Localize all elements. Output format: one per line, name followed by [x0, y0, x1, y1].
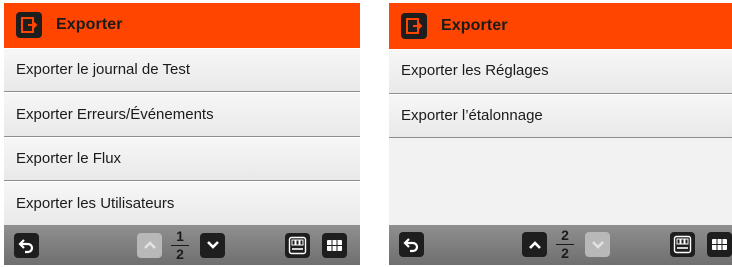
- grid-menu-icon: [327, 239, 342, 251]
- clock-button[interactable]: [285, 232, 310, 258]
- page-current: 2: [561, 227, 569, 243]
- page-title: Exporter: [441, 17, 508, 34]
- export-screen-page-1: Exporter Exporter le journal de Test Exp…: [4, 3, 360, 265]
- menu-item-export-errors-events[interactable]: Exporter Erreurs/Événements: [4, 92, 360, 137]
- export-menu-list: Exporter le journal de Test Exporter Err…: [4, 47, 360, 226]
- page-indicator: 2 2: [553, 228, 577, 261]
- menu-item-export-flow[interactable]: Exporter le Flux: [4, 136, 360, 182]
- menu-item-export-settings[interactable]: Exporter les Réglages: [389, 49, 732, 94]
- page-down-button[interactable]: [200, 232, 225, 258]
- chevron-up-icon: [143, 241, 156, 250]
- bottom-toolbar: 1 2: [4, 225, 360, 265]
- back-icon: [18, 239, 34, 254]
- export-icon: [401, 13, 427, 39]
- page-total: 2: [176, 245, 184, 262]
- chevron-down-icon: [206, 241, 219, 250]
- back-icon: [403, 238, 419, 253]
- page-total: 2: [561, 245, 569, 261]
- menu-item-export-calibration[interactable]: Exporter l’étalonnage: [389, 93, 732, 138]
- page-current: 1: [176, 227, 184, 244]
- menu-button[interactable]: [322, 232, 347, 258]
- clock-display-icon: [288, 236, 307, 255]
- menu-item-export-test-log[interactable]: Exporter le journal de Test: [4, 47, 360, 93]
- screen-header: Exporter: [4, 3, 360, 48]
- grid-menu-icon: [712, 239, 727, 250]
- clock-display-icon: [673, 235, 692, 254]
- export-icon: [16, 12, 42, 39]
- export-screen-page-2: Exporter Exporter les Réglages Exporter …: [389, 3, 732, 265]
- back-button[interactable]: [399, 232, 424, 257]
- menu-button[interactable]: [707, 232, 732, 257]
- page-down-button[interactable]: [585, 232, 610, 257]
- chevron-up-icon: [528, 240, 541, 249]
- chevron-down-icon: [591, 240, 604, 249]
- page-up-button[interactable]: [137, 232, 162, 258]
- page-indicator: 1 2: [168, 227, 192, 262]
- page-up-button[interactable]: [522, 232, 547, 257]
- export-menu-list: Exporter les Réglages Exporter l’étalonn…: [389, 49, 732, 225]
- clock-button[interactable]: [670, 232, 695, 257]
- bottom-toolbar: 2 2: [389, 225, 732, 265]
- page-title: Exporter: [56, 16, 123, 34]
- screen-header: Exporter: [389, 3, 732, 49]
- back-button[interactable]: [14, 232, 39, 258]
- menu-item-export-users[interactable]: Exporter les Utilisateurs: [4, 181, 360, 226]
